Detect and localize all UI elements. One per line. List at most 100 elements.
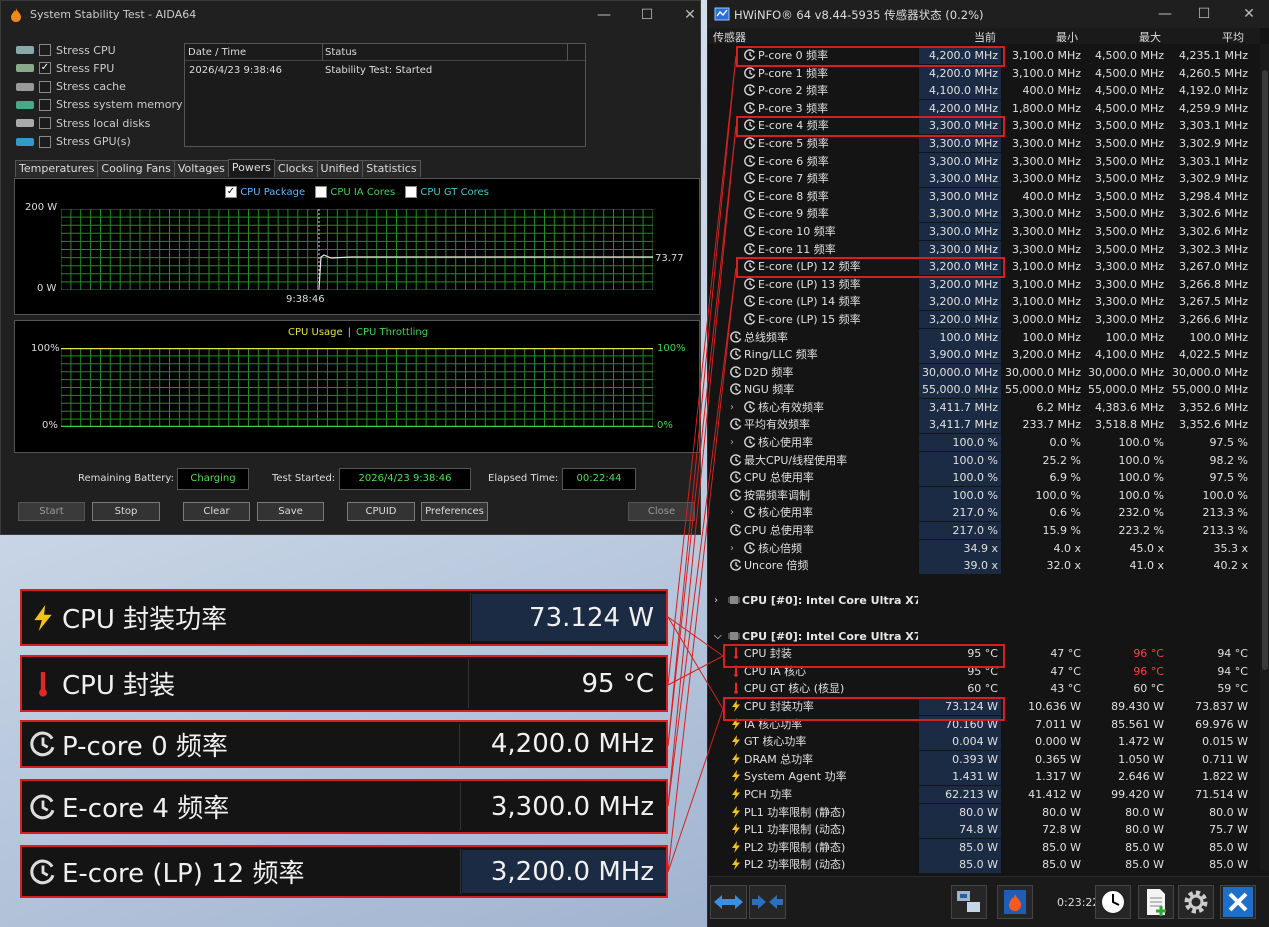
sensor-row[interactable]: E-core 5 频率 3,300.0 MHz 3,300.0 MHz 3,500… xyxy=(708,134,1260,153)
sensor-row[interactable]: P-core 1 频率 4,200.0 MHz 3,100.0 MHz 4,500… xyxy=(708,64,1260,83)
sensor-row[interactable]: Ring/LLC 频率 3,900.0 MHz 3,200.0 MHz 4,100… xyxy=(708,346,1260,364)
clock-icon xyxy=(730,348,742,360)
sensor-row[interactable]: PCH 功率 62.213 W 41.412 W 99.420 W 71.514 … xyxy=(708,785,1260,804)
col-sensor[interactable]: 传感器 xyxy=(713,29,746,45)
sensor-row[interactable] xyxy=(708,610,1260,628)
tab-clocks[interactable]: Clocks xyxy=(273,160,318,177)
hw-maximize-icon[interactable]: ☐ xyxy=(1194,4,1214,24)
log-file-icon[interactable] xyxy=(1138,885,1174,919)
minimize-icon[interactable]: — xyxy=(594,5,614,25)
preferences-button[interactable]: Preferences xyxy=(421,502,488,521)
sensor-row[interactable]: P-core 2 频率 4,100.0 MHz 400.0 MHz 4,500.0… xyxy=(708,82,1260,100)
sensor-row[interactable]: 总线频率 100.0 MHz 100.0 MHz 100.0 MHz 100.0 … xyxy=(708,328,1260,347)
tab-unified[interactable]: Unified xyxy=(316,160,364,177)
maximize-icon[interactable]: ☐ xyxy=(637,5,657,25)
stress-checkbox[interactable]: ✓ xyxy=(39,62,51,75)
sensor-row[interactable]: System Agent 功率 1.431 W 1.317 W 2.646 W 1… xyxy=(708,768,1260,786)
cpuid-button[interactable]: CPUID xyxy=(347,502,415,521)
col-avg[interactable]: 平均 xyxy=(1222,29,1244,45)
stress-checkbox[interactable] xyxy=(39,98,51,111)
stress-checkbox[interactable] xyxy=(39,135,51,148)
sensor-name: CPU 总使用率 xyxy=(708,522,918,539)
sensor-row[interactable]: 最大CPU/线程使用率 100.0 % 25.2 % 100.0 % 98.2 % xyxy=(708,451,1260,470)
tab-voltages[interactable]: Voltages xyxy=(173,160,229,177)
hw-close-icon[interactable]: ✕ xyxy=(1239,4,1259,24)
sensor-row[interactable]: GT 核心功率 0.004 W 0.000 W 1.472 W 0.015 W xyxy=(708,733,1260,751)
expand-arrow-icon[interactable]: › xyxy=(730,434,734,451)
sensor-row[interactable]: E-core 11 频率 3,300.0 MHz 3,300.0 MHz 3,50… xyxy=(708,240,1260,259)
sensor-row[interactable]: E-core 6 频率 3,300.0 MHz 3,300.0 MHz 3,500… xyxy=(708,152,1260,171)
sensor-group[interactable]: ⌵CPU [#0]: Intel Core Ultra X7 358H: Enh… xyxy=(708,628,1260,646)
sensor-name: P-core 2 频率 xyxy=(708,82,918,99)
stress-option[interactable]: Stress local disks xyxy=(16,114,150,132)
flame-report-icon[interactable] xyxy=(997,885,1033,919)
clock-icon[interactable] xyxy=(1095,885,1131,919)
expand-arrow-icon[interactable]: › xyxy=(730,399,734,416)
start-button[interactable]: Start xyxy=(18,502,85,521)
sensor-row[interactable]: › 核心使用率 100.0 % 0.0 % 100.0 % 97.5 % xyxy=(708,434,1260,452)
save-button[interactable]: Save xyxy=(257,502,324,521)
sensor-row[interactable]: NGU 频率 55,000.0 MHz 55,000.0 MHz 55,000.0… xyxy=(708,381,1260,399)
tab-statistics[interactable]: Statistics xyxy=(362,160,421,177)
close-button[interactable]: Close xyxy=(628,502,695,521)
col-max[interactable]: 最大 xyxy=(1139,29,1161,45)
sensor-row[interactable]: E-core 10 频率 3,300.0 MHz 3,300.0 MHz 3,50… xyxy=(708,222,1260,241)
tab-temperatures[interactable]: Temperatures xyxy=(15,160,99,177)
sensor-row[interactable]: P-core 3 频率 4,200.0 MHz 1,800.0 MHz 4,500… xyxy=(708,99,1260,118)
sensor-row[interactable]: PL1 功率限制 (静态) 80.0 W 80.0 W 80.0 W 80.0 W xyxy=(708,803,1260,822)
sensor-row[interactable]: 平均有效频率 3,411.7 MHz 233.7 MHz 3,518.8 MHz … xyxy=(708,416,1260,434)
settings-gear-icon[interactable] xyxy=(1178,885,1214,919)
expand-arrow-icon[interactable]: › xyxy=(730,504,734,521)
tab-powers[interactable]: Powers xyxy=(227,159,275,177)
sensor-row[interactable]: E-core 7 频率 3,300.0 MHz 3,300.0 MHz 3,500… xyxy=(708,170,1260,188)
exit-x-icon[interactable] xyxy=(1220,885,1256,919)
collapse-arrows-icon[interactable] xyxy=(749,885,786,919)
sensor-row[interactable]: PL2 功率限制 (静态) 85.0 W 85.0 W 85.0 W 85.0 W xyxy=(708,838,1260,857)
expand-arrow-icon[interactable]: › xyxy=(730,540,734,557)
stress-checkbox[interactable] xyxy=(39,80,51,93)
stress-checkbox[interactable] xyxy=(39,117,51,130)
sensor-row[interactable] xyxy=(708,575,1260,593)
sensor-row[interactable]: › 核心倍频 34.9 x 4.0 x 45.0 x 35.3 x xyxy=(708,539,1260,558)
stress-checkbox[interactable] xyxy=(39,44,51,56)
stress-option[interactable]: ✓ Stress FPU xyxy=(16,59,114,77)
sensor-row[interactable]: › 核心使用率 217.0 % 0.6 % 232.0 % 213.3 % xyxy=(708,504,1260,522)
stop-button[interactable]: Stop xyxy=(92,502,160,521)
tab-cooling-fans[interactable]: Cooling Fans xyxy=(97,160,175,177)
close-icon[interactable]: ✕ xyxy=(680,5,700,25)
stress-option[interactable]: Stress CPU xyxy=(16,41,116,59)
network-icon[interactable] xyxy=(951,885,987,919)
stress-option[interactable]: Stress cache xyxy=(16,78,126,96)
legend-cpu-gt-cores[interactable]: CPU GT Cores xyxy=(405,186,489,198)
hw-minimize-icon[interactable]: — xyxy=(1155,4,1175,24)
clear-button[interactable]: Clear xyxy=(183,502,250,521)
sensor-row[interactable]: CPU 总使用率 217.0 % 15.9 % 223.2 % 213.3 % xyxy=(708,522,1260,540)
sensor-row[interactable]: E-core (LP) 13 频率 3,200.0 MHz 3,100.0 MHz… xyxy=(708,275,1260,294)
sensor-row[interactable]: 按需频率调制 100.0 % 100.0 % 100.0 % 100.0 % xyxy=(708,486,1260,505)
sensor-row[interactable]: E-core (LP) 14 频率 3,200.0 MHz 3,100.0 MHz… xyxy=(708,293,1260,311)
col-current[interactable]: 当前 xyxy=(974,29,996,45)
sensor-row[interactable]: PL1 功率限制 (动态) 74.8 W 72.8 W 80.0 W 75.7 W xyxy=(708,821,1260,839)
avg-value: 85.0 W xyxy=(1168,838,1251,856)
expand-arrows-icon[interactable] xyxy=(710,885,747,919)
scrollbar-thumb[interactable] xyxy=(1262,70,1268,670)
window-title: System Stability Test - AIDA64 xyxy=(30,8,197,21)
sensor-row[interactable]: D2D 频率 30,000.0 MHz 30,000.0 MHz 30,000.0… xyxy=(708,363,1260,382)
legend-cpu-ia-cores[interactable]: CPU IA Cores xyxy=(315,186,395,198)
sensor-row[interactable]: E-core (LP) 15 频率 3,200.0 MHz 3,000.0 MHz… xyxy=(708,310,1260,329)
sensor-row[interactable]: DRAM 总功率 0.393 W 0.365 W 1.050 W 0.711 W xyxy=(708,750,1260,769)
sensor-row[interactable]: CPU 总使用率 100.0 % 6.9 % 100.0 % 97.5 % xyxy=(708,469,1260,487)
sensor-row[interactable]: Uncore 倍频 39.0 x 32.0 x 41.0 x 40.2 x xyxy=(708,557,1260,575)
expand-arrow-icon[interactable]: › xyxy=(714,592,718,609)
legend-cpu-package[interactable]: ✓ CPU Package xyxy=(225,186,305,198)
stress-option[interactable]: Stress system memory xyxy=(16,96,183,114)
stress-option[interactable]: Stress GPU(s) xyxy=(16,133,131,151)
sensor-row[interactable]: PL2 功率限制 (动态) 85.0 W 85.0 W 85.0 W 85.0 W xyxy=(708,856,1260,874)
sensor-row[interactable]: CPU GT 核心 (核显) 60 °C 43 °C 60 °C 59 °C xyxy=(708,680,1260,698)
collapse-arrow-icon[interactable]: ⌵ xyxy=(714,628,722,645)
sensor-group[interactable]: ›CPU [#0]: Intel Core Ultra X7 358H: DTS xyxy=(708,592,1260,610)
sensor-row[interactable]: E-core 9 频率 3,300.0 MHz 3,300.0 MHz 3,500… xyxy=(708,205,1260,223)
sensor-row[interactable]: E-core 8 频率 3,300.0 MHz 400.0 MHz 3,500.0… xyxy=(708,187,1260,206)
sensor-row[interactable]: › 核心有效频率 3,411.7 MHz 6.2 MHz 4,383.6 MHz 3… xyxy=(708,398,1260,417)
col-min[interactable]: 最小 xyxy=(1056,29,1078,45)
